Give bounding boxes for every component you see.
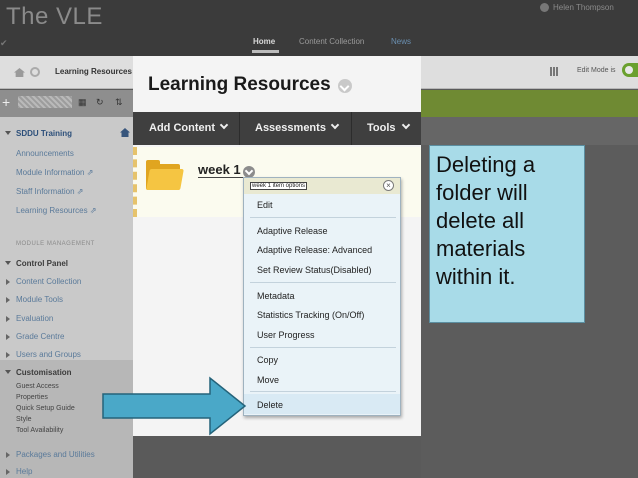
refresh-icon[interactable]: ↻ [96,97,104,108]
item-title-underline [198,177,246,178]
menu-item-user-progress[interactable]: User Progress [257,330,315,340]
menu-item-delete[interactable]: Delete [257,400,283,410]
item-title-link[interactable]: week 1 [198,162,241,177]
tools-button[interactable]: Tools [367,122,396,134]
sidebar-item-content-collection[interactable]: Content Collection [16,277,81,286]
menu-divider [250,391,396,392]
sidebar-item-grade-centre[interactable]: Grade Centre [16,332,64,341]
sidebar-item-quick-setup-guide[interactable]: Quick Setup Guide [16,405,75,412]
sort-icon[interactable]: ⇅ [115,97,123,108]
sidebar-item-tool-availability[interactable]: Tool Availability [16,427,63,434]
expand-icon[interactable] [6,469,10,475]
sidebar-item-announcements[interactable]: Announcements [16,149,74,158]
sidebar-item-guest-access[interactable]: Guest Access [16,383,59,390]
menu-header-label: week 1 item options [250,182,308,190]
menu-item-move[interactable]: Move [257,375,279,385]
action-bar-extension [421,117,638,145]
menu-item-metadata[interactable]: Metadata [257,291,295,301]
assessments-button[interactable]: Assessments [255,122,326,134]
module-management-heading: MODULE MANAGEMENT [16,241,95,247]
check-icon: ✔ [0,38,8,48]
expand-icon[interactable] [6,316,10,322]
sidebar-item-evaluation[interactable]: Evaluation [16,314,53,323]
menu-divider [250,217,396,218]
course-title[interactable]: SDDU Training [16,129,72,138]
expand-icon[interactable] [6,334,10,340]
expand-icon[interactable] [6,297,10,303]
sidebar-item-staff-information[interactable]: Staff Information ⇗ [16,187,83,196]
home-icon[interactable] [14,68,25,77]
expand-icon[interactable] [6,452,10,458]
menu-item-adaptive-release-advanced[interactable]: Adaptive Release: Advanced [257,245,372,255]
folder-view-icon[interactable]: ▦ [78,97,87,108]
callout-text: Deleting a folder will delete all materi… [436,152,536,289]
expand-icon[interactable] [6,279,10,285]
collapse-icon[interactable] [5,370,11,374]
sidebar-toolbar-stripe [18,96,72,108]
user-icon [540,3,549,12]
active-tab-indicator [252,50,279,53]
grid-icon[interactable] [550,67,558,76]
sidebar-item-packages-and-utilities[interactable]: Packages and Utilities [16,450,95,459]
menu-item-adaptive-release[interactable]: Adaptive Release [257,226,328,236]
chevron-down-icon[interactable] [338,79,352,93]
action-bar-divider [351,112,352,145]
menu-item-statistics-tracking[interactable]: Statistics Tracking (On/Off) [257,310,364,320]
course-menu-icon[interactable] [30,67,40,77]
menu-item-edit[interactable]: Edit [257,200,273,210]
vle-logo[interactable]: The VLE [6,3,103,31]
menu-item-set-review-status[interactable]: Set Review Status(Disabled) [257,265,372,275]
add-content-button[interactable]: Add Content [149,122,215,134]
sidebar-item-properties[interactable]: Properties [16,394,48,401]
collapse-icon[interactable] [5,261,11,265]
collapse-icon[interactable] [5,131,11,135]
sidebar-item-style[interactable]: Style [16,416,32,423]
sidebar-item-module-tools[interactable]: Module Tools [16,295,63,304]
sidebar-item-module-information[interactable]: Module Information ⇗ [16,168,93,177]
expand-icon[interactable] [6,352,10,358]
action-bar-divider [239,112,240,145]
close-icon[interactable]: × [383,180,394,191]
user-name[interactable]: Helen Thompson [553,3,614,12]
pointer-arrow [102,376,247,436]
menu-divider [250,282,396,283]
sidebar-item-help[interactable]: Help [16,467,32,476]
breadcrumb[interactable]: Learning Resources [55,67,132,76]
tab-home[interactable]: Home [253,37,275,46]
page-title: Learning Resources [148,74,331,95]
sidebar-item-learning-resources[interactable]: Learning Resources ⇗ [16,206,97,215]
folder-icon-front [146,169,184,190]
customisation-heading[interactable]: Customisation [16,368,72,377]
edit-mode-toggle-knob [625,66,633,74]
tab-news[interactable]: News [391,37,411,46]
add-menu-item-icon[interactable]: + [2,94,10,110]
pointer-arrow-shape [102,376,247,436]
menu-item-copy[interactable]: Copy [257,355,278,365]
menu-divider [250,347,396,348]
tab-content-collection[interactable]: Content Collection [299,37,364,46]
control-panel-heading[interactable]: Control Panel [16,259,68,268]
sidebar-item-users-and-groups[interactable]: Users and Groups [16,350,81,359]
edit-mode-label: Edit Mode is [577,67,616,74]
